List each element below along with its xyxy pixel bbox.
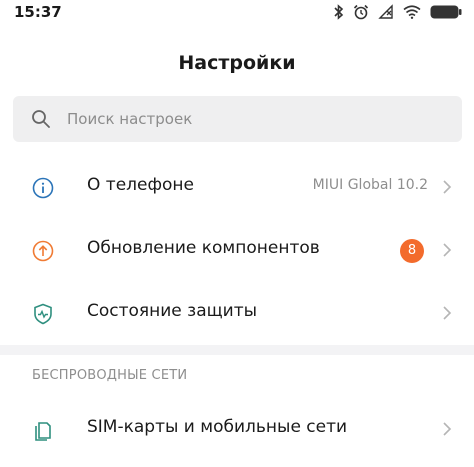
wifi-icon bbox=[403, 5, 421, 19]
settings-item-label: SIM-карты и мобильные сети bbox=[87, 417, 348, 437]
search-icon bbox=[31, 109, 51, 129]
bluetooth-icon bbox=[334, 4, 344, 20]
settings-item-sim-cards[interactable]: SIM-карты и мобильные сети bbox=[0, 398, 474, 461]
info-icon bbox=[32, 177, 54, 199]
status-icons bbox=[334, 3, 462, 21]
sim-icon bbox=[32, 419, 54, 441]
chevron-right-icon bbox=[442, 305, 452, 321]
section-header-wireless: БЕСПРОВОДНЫЕ СЕТИ bbox=[32, 368, 188, 383]
settings-item-label: Состояние защиты bbox=[87, 301, 258, 321]
update-icon bbox=[32, 240, 54, 262]
update-count-badge: 8 bbox=[400, 239, 424, 263]
section-divider bbox=[0, 345, 474, 355]
settings-item-security-status[interactable]: Состояние защиты bbox=[0, 282, 474, 345]
chevron-right-icon bbox=[442, 421, 452, 437]
battery-icon bbox=[430, 5, 462, 19]
search-input[interactable] bbox=[67, 96, 447, 142]
chevron-right-icon bbox=[442, 179, 452, 195]
settings-item-about-phone[interactable]: О телефоне MIUI Global 10.2 bbox=[0, 156, 474, 219]
status-bar: 15:37 bbox=[0, 0, 474, 26]
chevron-right-icon bbox=[442, 242, 452, 258]
miui-version-value: MIUI Global 10.2 bbox=[312, 177, 428, 193]
signal-off-icon bbox=[378, 4, 394, 20]
settings-item-components-update[interactable]: Обновление компонентов 8 bbox=[0, 219, 474, 282]
shield-icon bbox=[32, 303, 54, 325]
settings-item-label: О телефоне bbox=[87, 175, 194, 195]
search-bar[interactable] bbox=[13, 96, 462, 142]
settings-item-label: Обновление компонентов bbox=[87, 238, 320, 258]
alarm-icon bbox=[353, 4, 369, 20]
status-time: 15:37 bbox=[14, 3, 62, 21]
page-title: Настройки bbox=[178, 52, 296, 74]
